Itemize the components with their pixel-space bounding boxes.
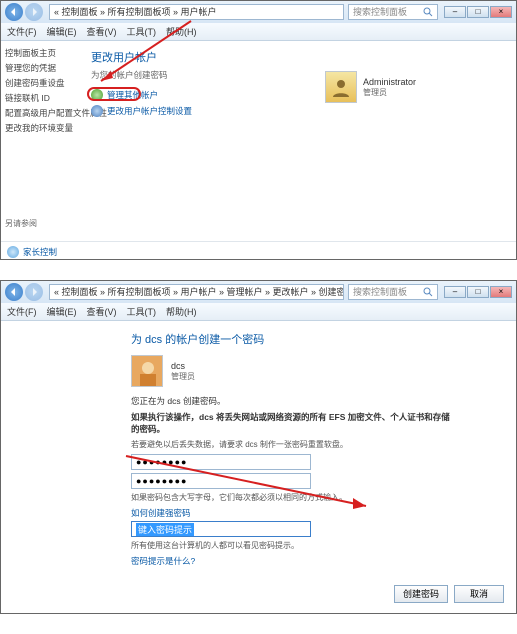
parental-controls-icon	[7, 246, 19, 258]
link-parental-controls[interactable]: 家长控制	[23, 246, 57, 258]
breadcrumb[interactable]: « 控制面板 » 所有控制面板项 » 用户帐户 » 管理帐户 » 更改帐户 » …	[49, 284, 344, 300]
menu-file[interactable]: 文件(F)	[7, 305, 37, 318]
menu-tools[interactable]: 工具(T)	[127, 25, 157, 38]
user-role: 管理员	[171, 371, 195, 382]
see-also-label: 另请参阅	[5, 218, 37, 229]
shield-icon	[91, 105, 103, 117]
menu-view[interactable]: 查看(V)	[87, 305, 117, 318]
menu-bar: 文件(F) 编辑(E) 查看(V) 工具(T) 帮助(H)	[1, 23, 516, 41]
nav-forward-button[interactable]	[25, 3, 43, 21]
link-manage-other-accounts[interactable]: 管理其他帐户	[107, 89, 158, 101]
close-button[interactable]: ×	[490, 286, 512, 298]
link-strong-password[interactable]: 如何创建强密码	[131, 507, 456, 519]
sidebar-item-env[interactable]: 更改我的环境变量	[5, 122, 77, 134]
nav-forward-button[interactable]	[25, 283, 43, 301]
confirm-password-input[interactable]: ●●●●●●●●	[131, 473, 311, 489]
avatar	[131, 355, 163, 387]
search-input[interactable]: 搜索控制面板	[348, 284, 438, 300]
minimize-button[interactable]: –	[444, 286, 466, 298]
shield-icon	[91, 89, 103, 101]
menu-edit[interactable]: 编辑(E)	[47, 25, 77, 38]
info-line-5: 所有使用这台计算机的人都可以看见密码提示。	[131, 540, 456, 551]
hint-value: 键入密码提示	[136, 523, 194, 536]
sidebar-item-resetdisk[interactable]: 创建密码重设盘	[5, 77, 77, 89]
current-user-card: Administrator 管理员	[325, 71, 416, 103]
avatar	[325, 71, 357, 103]
sidebar-item-online-id[interactable]: 链接联机 ID	[5, 92, 77, 104]
info-line-4: 如果密码包含大写字母，它们每次都必须以相同的方式输入。	[131, 492, 456, 503]
maximize-button[interactable]: □	[467, 286, 489, 298]
menu-help[interactable]: 帮助(H)	[166, 305, 197, 318]
menu-bar: 文件(F) 编辑(E) 查看(V) 工具(T) 帮助(H)	[1, 303, 516, 321]
create-password-button[interactable]: 创建密码	[394, 585, 448, 603]
minimize-button[interactable]: –	[444, 6, 466, 18]
menu-edit[interactable]: 编辑(E)	[47, 305, 77, 318]
breadcrumb[interactable]: « 控制面板 » 所有控制面板项 » 用户帐户	[49, 4, 344, 20]
info-line-1: 您正在为 dcs 创建密码。	[131, 395, 456, 407]
search-placeholder: 搜索控制面板	[353, 285, 407, 299]
menu-view[interactable]: 查看(V)	[87, 25, 117, 38]
user-name: dcs	[171, 361, 195, 371]
nav-back-button[interactable]	[5, 283, 23, 301]
page-subtitle: 为您的帐户创建密码	[91, 69, 506, 81]
sidebar-item-creds[interactable]: 管理您的凭据	[5, 62, 77, 74]
menu-tools[interactable]: 工具(T)	[127, 305, 157, 318]
cancel-button[interactable]: 取消	[454, 585, 504, 603]
menu-help[interactable]: 帮助(H)	[166, 25, 197, 38]
new-password-input[interactable]: ●●●●●●●●	[131, 454, 311, 470]
page-title: 为 dcs 的帐户创建一个密码	[131, 331, 456, 347]
password-hint-input[interactable]: 键入密码提示	[131, 521, 311, 537]
info-line-3: 若要避免以后丢失数据，请要求 dcs 制作一张密码重置软盘。	[131, 439, 456, 450]
sidebar-item-profile[interactable]: 配置高级用户配置文件属性	[5, 107, 77, 119]
menu-file[interactable]: 文件(F)	[7, 25, 37, 38]
search-input[interactable]: 搜索控制面板	[348, 4, 438, 20]
sidebar-item-home[interactable]: 控制面板主页	[5, 47, 77, 59]
maximize-button[interactable]: □	[467, 6, 489, 18]
info-line-2: 如果执行该操作，dcs 将丢失网站或网络资源的所有 EFS 加密文件、个人证书和…	[131, 411, 456, 435]
search-icon	[423, 7, 433, 17]
sidebar: 控制面板主页 管理您的凭据 创建密码重设盘 链接联机 ID 配置高级用户配置文件…	[1, 41, 81, 241]
user-name: Administrator	[363, 77, 416, 87]
search-icon	[423, 287, 433, 297]
user-role: 管理员	[363, 87, 416, 98]
link-what-is-hint[interactable]: 密码提示是什么?	[131, 555, 456, 567]
page-title: 更改用户帐户	[91, 49, 506, 65]
link-uac-settings[interactable]: 更改用户帐户控制设置	[107, 105, 192, 117]
search-placeholder: 搜索控制面板	[353, 5, 407, 19]
nav-back-button[interactable]	[5, 3, 23, 21]
close-button[interactable]: ×	[490, 6, 512, 18]
